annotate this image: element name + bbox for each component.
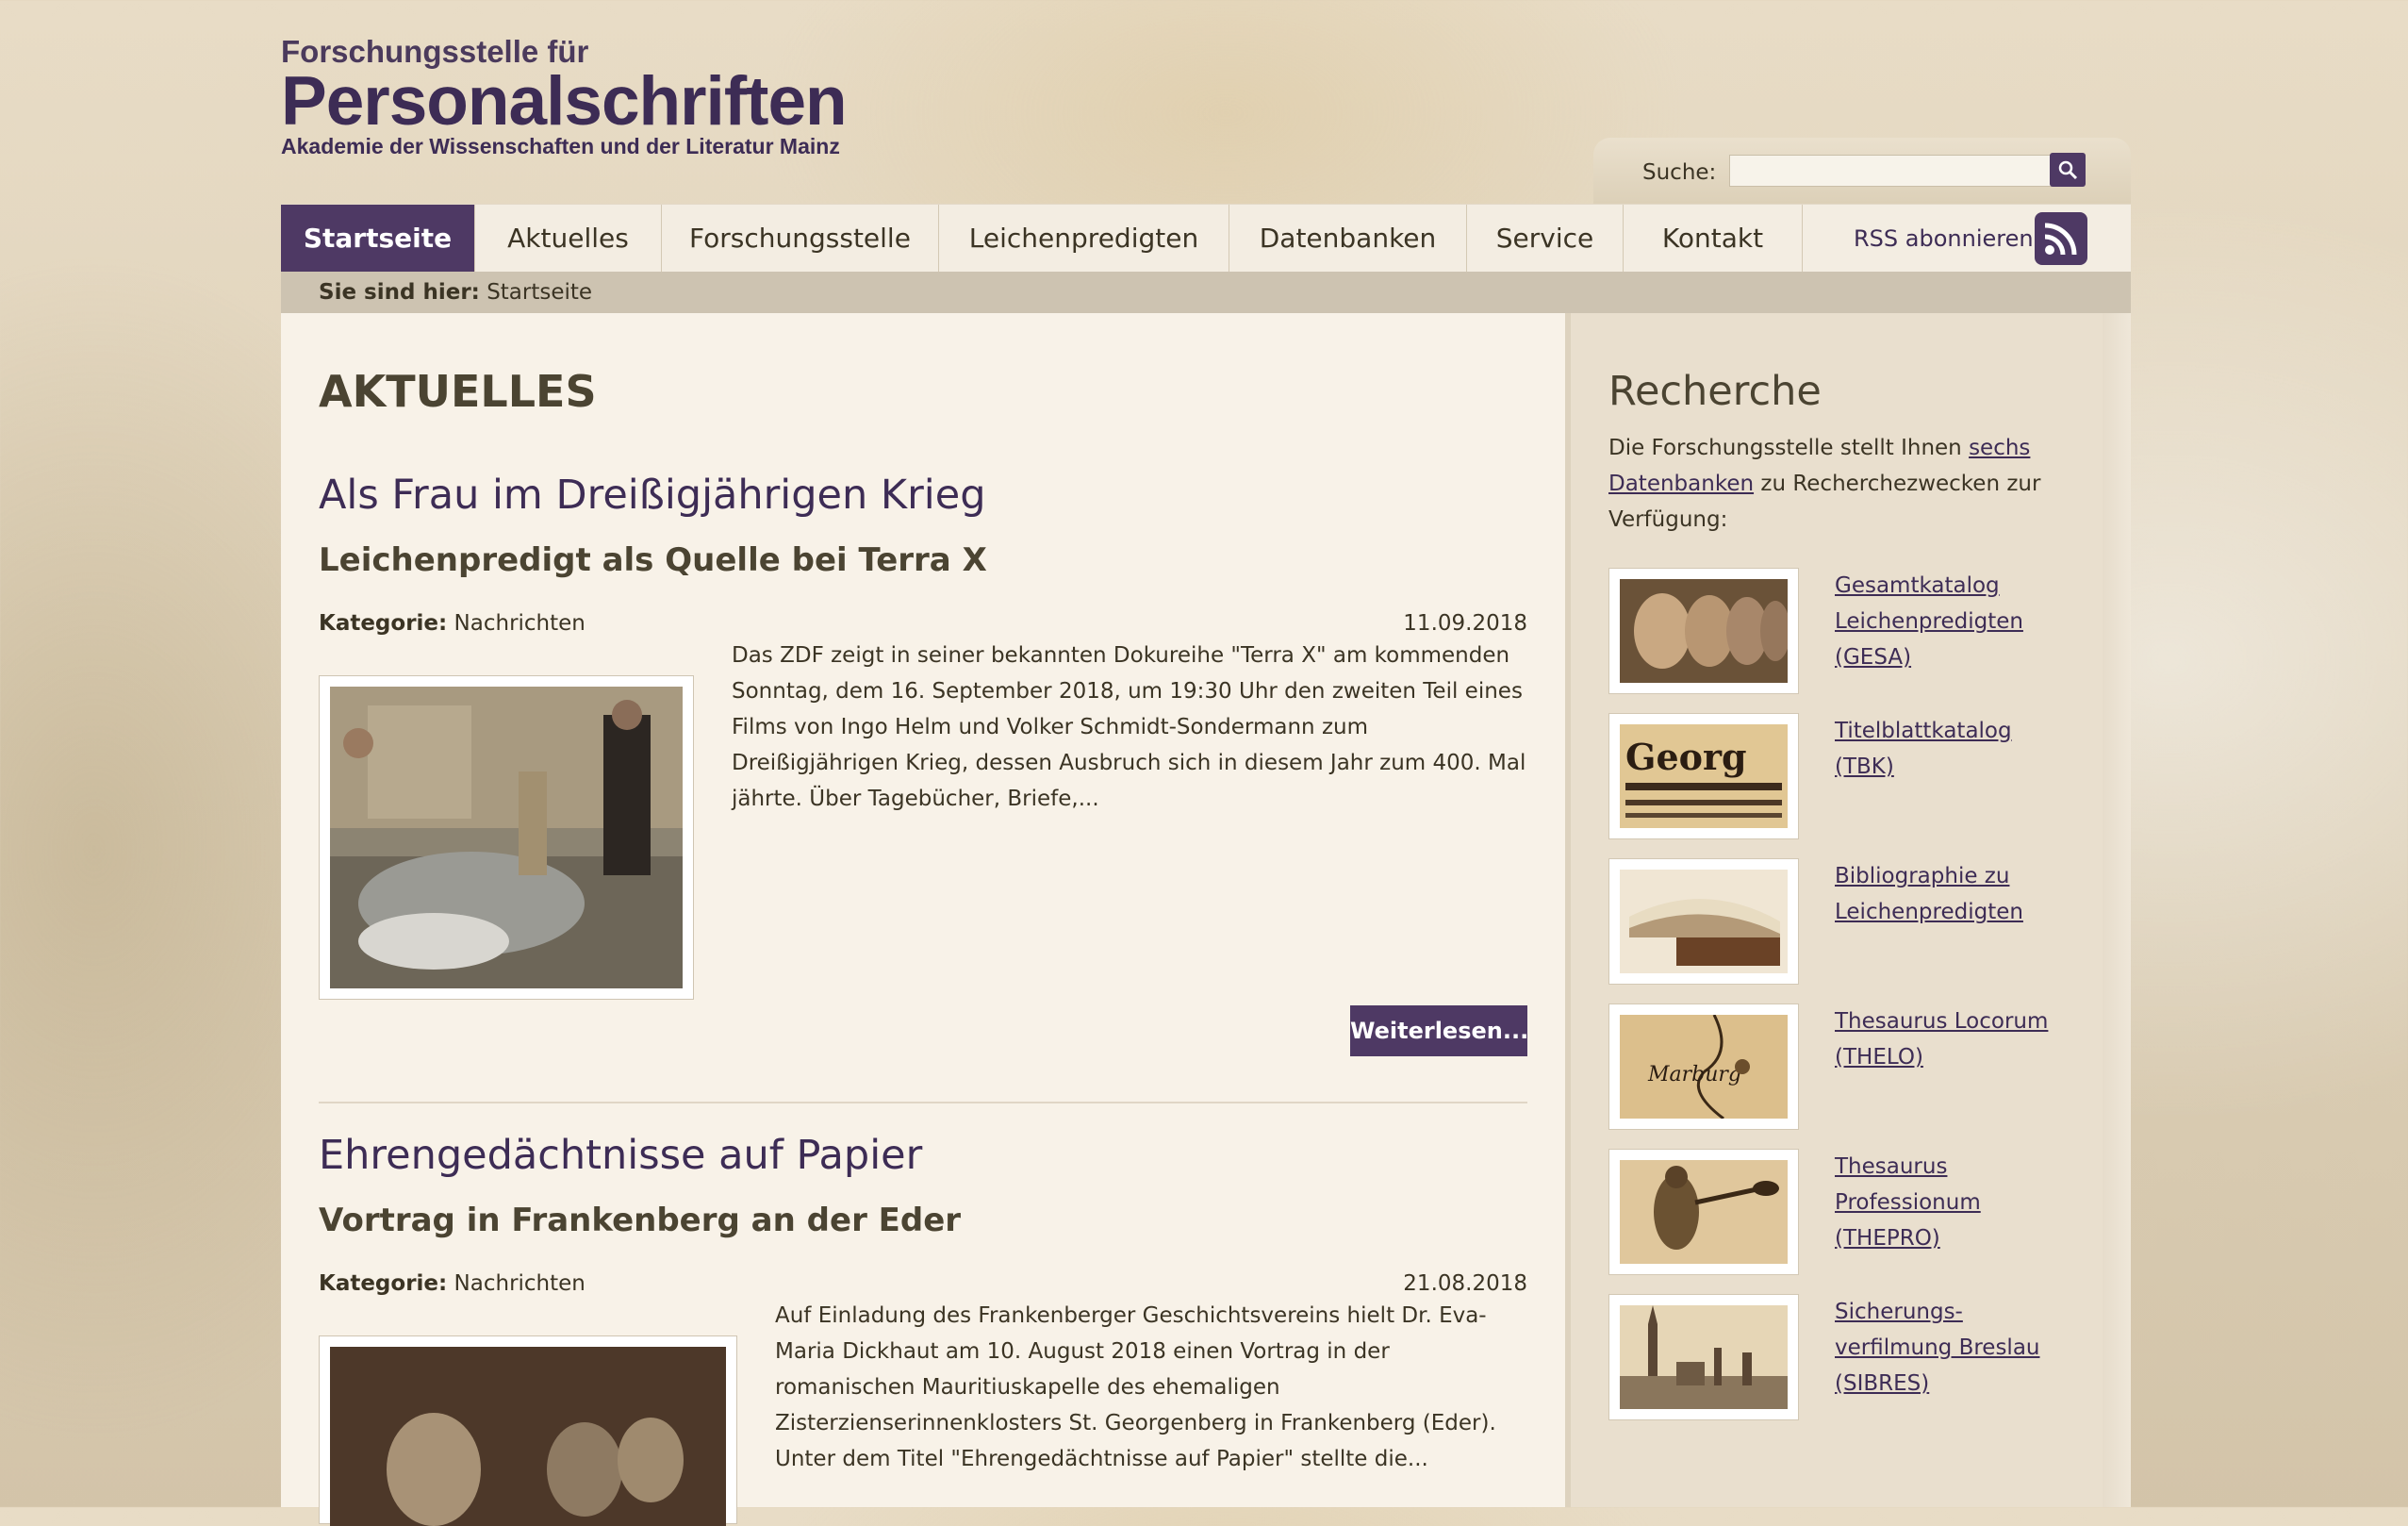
article-image[interactable] <box>319 1335 737 1526</box>
search-icon <box>2058 160 2078 180</box>
database-item-tbk[interactable]: Georg Titelblattkatalog (TBK) <box>1608 713 2070 839</box>
main-navigation: Startseite Aktuelles Forschungsstelle Le… <box>281 204 2131 273</box>
article-image[interactable] <box>319 675 694 1000</box>
read-more-button[interactable]: Weiterlesen... <box>1350 1005 1528 1056</box>
breadcrumb-current: Startseite <box>487 280 593 305</box>
database-item-thelo[interactable]: Marburg Thesaurus Locorum (THELO) <box>1608 1004 2070 1130</box>
logo-line-2: Personalschriften <box>281 63 848 140</box>
article-subtitle: Vortrag in Frankenberg an der Eder <box>319 1202 962 1239</box>
nav-item-service[interactable]: Service <box>1467 205 1624 273</box>
database-thumbnail[interactable] <box>1608 1149 1799 1275</box>
search-button[interactable] <box>2050 153 2086 187</box>
database-link[interactable]: Gesamtkatalog Leichenpredigten (GESA) <box>1835 568 2061 675</box>
page-container: Startseite Aktuelles Forschungsstelle Le… <box>281 204 2131 1526</box>
rss-icon[interactable] <box>2035 212 2087 265</box>
article-title[interactable]: Als Frau im Dreißigjährigen Krieg <box>319 472 985 519</box>
category-label: Kategorie: <box>319 611 448 636</box>
main-content: AKTUELLES Als Frau im Dreißigjährigen Kr… <box>281 313 1565 1526</box>
breadcrumb-prefix: Sie sind hier: <box>319 280 480 305</box>
nav-item-kontakt[interactable]: Kontakt <box>1624 205 1803 273</box>
database-link[interactable]: Sicherungs-verfilmung Breslau (SIBRES) <box>1835 1294 2061 1402</box>
svg-text:Georg: Georg <box>1625 736 1747 778</box>
nav-item-startseite[interactable]: Startseite <box>281 205 475 273</box>
article-teaser: Das ZDF zeigt in seiner bekannten Dokure… <box>732 643 1526 811</box>
search-label: Suche: <box>1642 160 1717 185</box>
article-category: Kategorie: Nachrichten <box>319 1271 586 1296</box>
database-item-bibliographie[interactable]: Bibliographie zu Leichenpredigten <box>1608 858 2070 985</box>
database-item-gesa[interactable]: Gesamtkatalog Leichenpredigten (GESA) <box>1608 568 2070 694</box>
nav-item-leichenpredigten[interactable]: Leichenpredigten <box>939 205 1229 273</box>
breadcrumb: Sie sind hier: Startseite <box>281 272 2131 313</box>
sidebar-title: Recherche <box>1608 368 1822 415</box>
database-item-sibres[interactable]: Sicherungs-verfilmung Breslau (SIBRES) <box>1608 1294 2070 1420</box>
nav-item-forschungsstelle[interactable]: Forschungsstelle <box>662 205 939 273</box>
logo-line-3: Akademie der Wissenschaften und der Lite… <box>281 134 840 158</box>
nav-item-datenbanken[interactable]: Datenbanken <box>1229 205 1467 273</box>
article-subtitle: Leichenpredigt als Quelle bei Terra X <box>319 541 987 579</box>
search-input[interactable] <box>1729 155 2063 187</box>
sidebar: Recherche Die Forschungsstelle stellt Ih… <box>1565 313 2103 1507</box>
category-value: Nachrichten <box>454 1271 586 1296</box>
sidebar-intro: Die Forschungsstelle stellt Ihnen sechs … <box>1608 430 2080 538</box>
article-date: 21.08.2018 <box>1403 1271 1527 1296</box>
article-divider <box>319 1102 1527 1103</box>
article-date: 11.09.2018 <box>1403 611 1527 636</box>
database-thumbnail[interactable] <box>1608 568 1799 694</box>
nav-item-aktuelles[interactable]: Aktuelles <box>475 205 662 273</box>
database-item-thepro[interactable]: Thesaurus Professionum (THEPRO) <box>1608 1149 2070 1275</box>
article-teaser: Auf Einladung des Frankenberger Geschich… <box>775 1303 1496 1471</box>
article-category: Kategorie: Nachrichten <box>319 611 586 636</box>
category-label: Kategorie: <box>319 1271 448 1296</box>
database-link[interactable]: Titelblattkatalog (TBK) <box>1835 713 2061 785</box>
sidebar-intro-before: Die Forschungsstelle stellt Ihnen <box>1608 436 1962 460</box>
rss-link[interactable]: RSS abonnieren <box>1854 205 2034 273</box>
database-link[interactable]: Thesaurus Locorum (THELO) <box>1835 1004 2061 1075</box>
page-edge <box>2103 313 2131 1507</box>
svg-text:Marburg: Marburg <box>1647 1063 1741 1086</box>
database-link[interactable]: Thesaurus Professionum (THEPRO) <box>1835 1149 2061 1256</box>
search-area: Suche: <box>1593 138 2131 204</box>
database-thumbnail[interactable]: Marburg <box>1608 1004 1799 1130</box>
category-value: Nachrichten <box>454 611 586 636</box>
database-thumbnail[interactable] <box>1608 858 1799 985</box>
article-title[interactable]: Ehrengedächtnisse auf Papier <box>319 1132 922 1179</box>
section-heading: AKTUELLES <box>319 366 597 417</box>
database-thumbnail[interactable] <box>1608 1294 1799 1420</box>
database-thumbnail[interactable]: Georg <box>1608 713 1799 839</box>
database-link[interactable]: Bibliographie zu Leichenpredigten <box>1835 858 2061 930</box>
